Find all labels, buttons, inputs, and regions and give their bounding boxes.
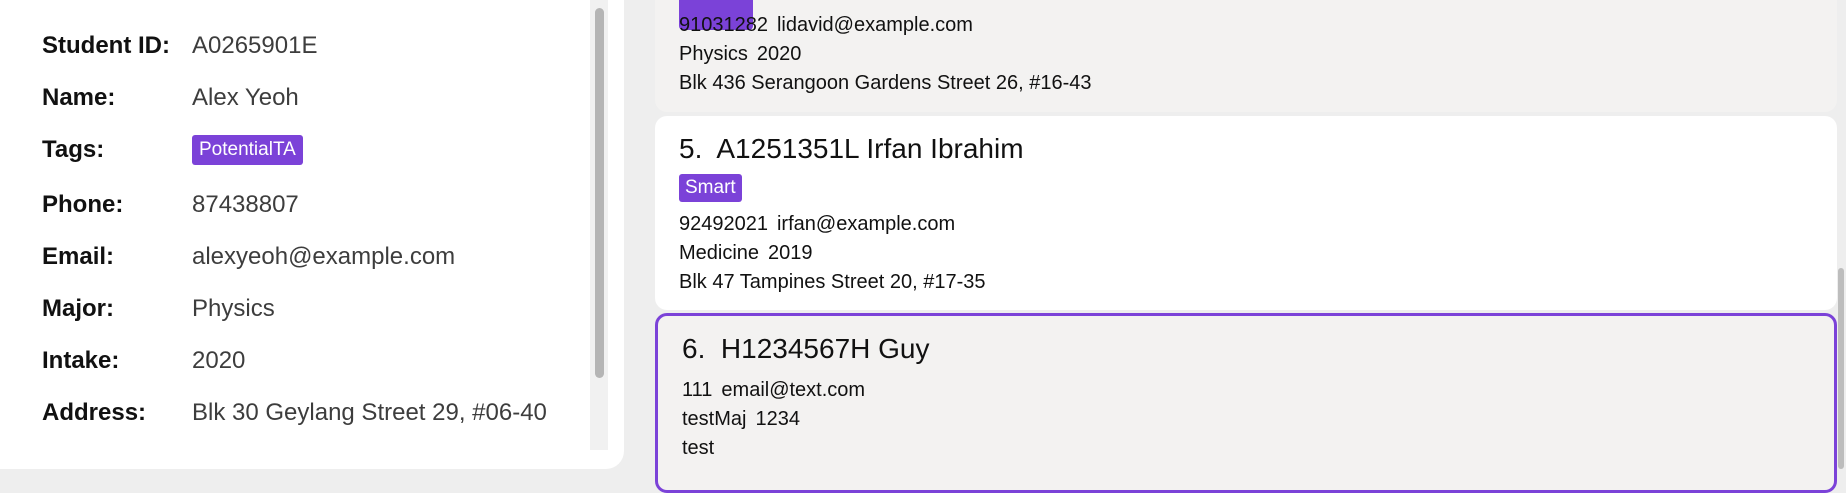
person-list: 91031282 lidavid@example.com Physics 2020 … xyxy=(655,0,1846,493)
card-contact-line: 92492021 irfan@example.com xyxy=(679,213,955,236)
details-scrollbar-thumb[interactable] xyxy=(595,8,604,378)
card-phone: 92492021 xyxy=(679,213,768,235)
person-card-selected[interactable]: 6. H1234567H Guy 111 email@text.com testM… xyxy=(655,313,1837,493)
card-intake: 2020 xyxy=(756,43,802,65)
card-contact-line: 111 email@text.com xyxy=(682,379,865,402)
detail-value: A0265901E xyxy=(192,32,318,59)
card-address: Blk 436 Serangoon Gardens Street 26, #16… xyxy=(679,72,1092,94)
detail-value: Physics xyxy=(192,295,275,322)
detail-value: alexyeoh@example.com xyxy=(192,243,456,270)
card-title: 6. H1234567H Guy xyxy=(682,333,930,365)
card-title: 5. A1251351L Irfan Ibrahim xyxy=(679,133,1024,165)
detail-label: Major: xyxy=(42,295,114,322)
card-email: irfan@example.com xyxy=(776,213,956,235)
card-phone: 111 xyxy=(682,379,713,401)
tag-badge: PotentialTA xyxy=(192,135,303,165)
card-address: test xyxy=(682,437,715,459)
detail-label: Tags: xyxy=(42,136,105,163)
detail-address: Address: Blk 30 Geylang Street 29, #06-4… xyxy=(42,398,547,428)
detail-value: Alex Yeoh xyxy=(192,84,299,111)
detail-email: Email: alexyeoh@example.com xyxy=(42,242,455,272)
card-intake: 1234 xyxy=(755,408,800,430)
card-index: 5. xyxy=(679,133,703,164)
person-card[interactable]: 5. A1251351L Irfan Ibrahim Smart 9249202… xyxy=(655,116,1837,310)
detail-name: Name: Alex Yeoh xyxy=(42,83,299,113)
card-study-line: Medicine 2019 xyxy=(679,242,813,265)
detail-value: 87438807 xyxy=(192,191,299,218)
detail-value: 2020 xyxy=(192,347,246,374)
card-name: A1251351L Irfan Ibrahim xyxy=(716,133,1024,164)
detail-label: Intake: xyxy=(42,347,120,374)
detail-phone: Phone: 87438807 xyxy=(42,190,299,220)
detail-label: Email: xyxy=(42,243,115,270)
card-address: Blk 47 Tampines Street 20, #17-35 xyxy=(679,271,986,293)
person-details-panel: Student ID: A0265901E Name: Alex Yeoh Ta… xyxy=(0,0,624,469)
card-phone: 91031282 xyxy=(679,14,768,36)
card-major: Medicine xyxy=(679,242,760,264)
detail-student-id: Student ID: A0265901E xyxy=(42,31,317,61)
list-scrollbar-thumb[interactable] xyxy=(1838,268,1844,469)
card-name: H1234567H Guy xyxy=(720,333,930,364)
card-major: testMaj xyxy=(682,408,747,430)
card-contact-line: 91031282 lidavid@example.com xyxy=(679,14,973,37)
tag-badge: Smart xyxy=(679,174,742,202)
detail-intake: Intake: 2020 xyxy=(42,346,245,376)
card-study-line: testMaj 1234 xyxy=(682,408,800,431)
card-email: lidavid@example.com xyxy=(776,14,973,36)
detail-value: Blk 30 Geylang Street 29, #06-40 xyxy=(192,399,547,426)
card-study-line: Physics 2020 xyxy=(679,43,801,66)
detail-major: Major: Physics xyxy=(42,294,275,324)
detail-tags: Tags: PotentialTA xyxy=(42,135,303,165)
card-index: 6. xyxy=(682,333,706,364)
card-email: email@text.com xyxy=(721,379,866,401)
detail-label: Student ID: xyxy=(42,32,170,59)
person-card[interactable]: 91031282 lidavid@example.com Physics 2020 … xyxy=(655,0,1837,112)
detail-label: Phone: xyxy=(42,191,124,218)
card-major: Physics xyxy=(679,43,748,65)
detail-label: Address: xyxy=(42,399,147,426)
detail-label: Name: xyxy=(42,84,116,111)
card-intake: 2019 xyxy=(768,242,813,264)
